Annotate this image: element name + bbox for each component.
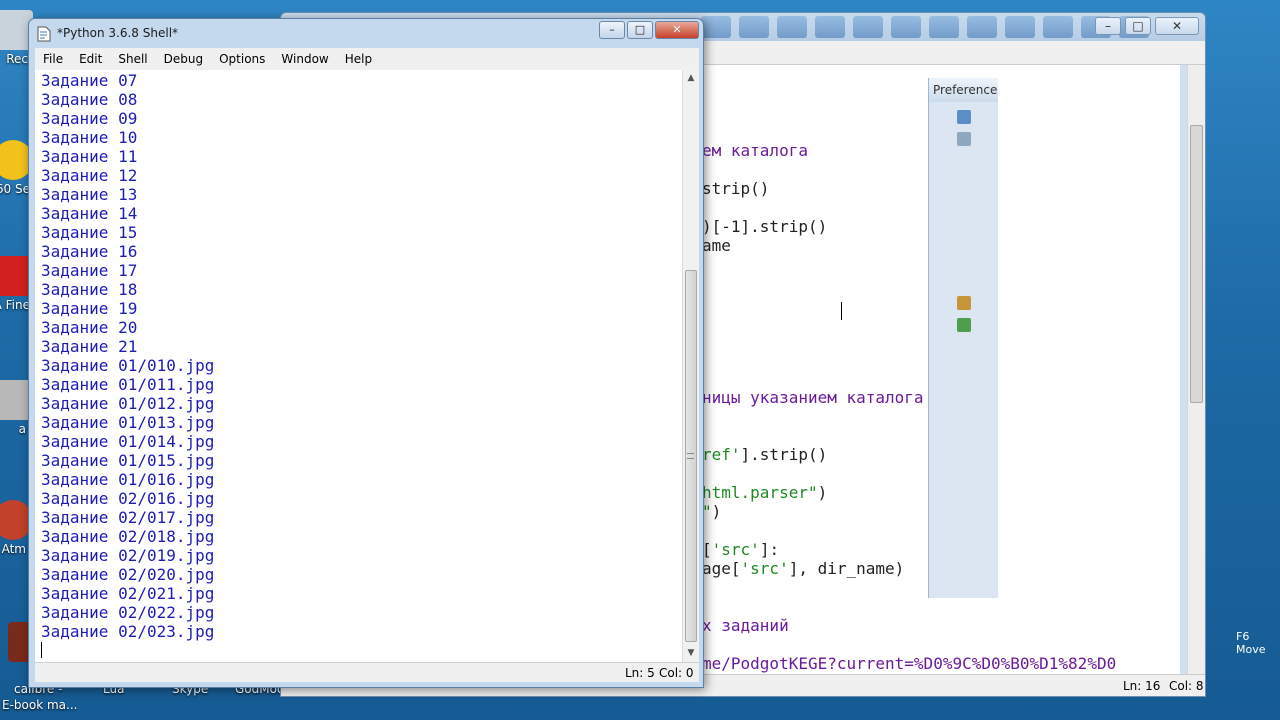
shell-output-line: Задание 11	[41, 147, 138, 166]
shell-output-line: Задание 02/022.jpg	[41, 603, 215, 622]
shell-output-area[interactable]: Задание 07 Задание 08 Задание 09 Задание 10…	[35, 70, 699, 662]
shell-output-line: Задание 02/017.jpg	[41, 508, 215, 527]
editor-line: )[-1].strip()	[702, 217, 828, 236]
text-caret	[41, 642, 42, 658]
menubar: File Edit Shell Debug Options Window Hel…	[35, 48, 699, 70]
shell-output-line: Задание 07	[41, 71, 138, 90]
shell-col-number: Col: 0	[659, 666, 694, 680]
editor-scroll-thumb[interactable]	[1190, 125, 1203, 403]
calibre-sub-label[interactable]: E-book ma...	[2, 698, 77, 712]
ibeam-cursor-icon	[839, 302, 845, 320]
shell-output-line: Задание 01/014.jpg	[41, 432, 215, 451]
editor-line: me/PodgotKEGE?current=%D0%9C%D0%B0%D1%82…	[702, 654, 1117, 673]
scroll-grip-icon	[687, 453, 694, 459]
tool-icon[interactable]	[956, 318, 971, 332]
side-panel[interactable]: Preferences	[928, 78, 998, 598]
menu-debug[interactable]: Debug	[156, 52, 211, 66]
maximize-button[interactable]: □	[1125, 17, 1151, 35]
shell-output-line: Задание 01/012.jpg	[41, 394, 215, 413]
shell-output-line: Задание 02/019.jpg	[41, 546, 215, 565]
editor-line: ем каталога	[702, 141, 808, 160]
shell-output-line: Задание 02/020.jpg	[41, 565, 215, 584]
editor-line: ame	[702, 236, 731, 255]
shell-statusbar: Ln: 5 Col: 0	[35, 662, 699, 682]
menu-shell[interactable]: Shell	[110, 52, 155, 66]
editor-line: ['src']:	[702, 540, 780, 559]
shell-output-line: Задание 02/023.jpg	[41, 622, 215, 641]
editor-line: age['src'], dir_name)	[702, 559, 905, 578]
editor-col-number: Col: 8	[1169, 679, 1204, 693]
shell-output-line: Задание 18	[41, 280, 138, 299]
menu-help[interactable]: Help	[337, 52, 380, 66]
editor-line: html.parser")	[702, 483, 828, 502]
document-icon	[37, 26, 51, 42]
shell-line-number: Ln: 5	[625, 666, 655, 680]
shell-output-line: Задание 02/016.jpg	[41, 489, 215, 508]
scroll-up-icon[interactable]: ▲	[683, 70, 699, 87]
python-shell-window[interactable]: *Python 3.6.8 Shell* – □ ✕ File Edit She…	[28, 18, 704, 688]
tool-icon[interactable]	[956, 110, 971, 124]
shell-output-line: Задание 16	[41, 242, 138, 261]
scroll-down-icon[interactable]: ▼	[683, 645, 699, 662]
menu-window[interactable]: Window	[273, 52, 336, 66]
shell-output-line: Задание 21	[41, 337, 138, 356]
shell-output-line: Задание 02/018.jpg	[41, 527, 215, 546]
window-controls: – □ ✕	[599, 21, 699, 39]
shell-output-line: Задание 01/016.jpg	[41, 470, 215, 489]
minimize-button[interactable]: –	[1095, 17, 1121, 35]
shell-output-line: Задание 02/021.jpg	[41, 584, 215, 603]
menu-edit[interactable]: Edit	[71, 52, 110, 66]
shell-output-line: Задание 09	[41, 109, 138, 128]
close-button[interactable]: ✕	[1155, 17, 1199, 35]
maximize-button[interactable]: □	[627, 21, 653, 39]
shell-output-line: Задание 14	[41, 204, 138, 223]
editor-line: ref'].strip()	[702, 445, 828, 464]
f6-move-label: F6 Move	[1236, 630, 1266, 656]
shell-output-line: Задание 15	[41, 223, 138, 242]
minimize-button[interactable]: –	[599, 21, 625, 39]
shell-output-line: Задание 01/015.jpg	[41, 451, 215, 470]
shell-output-line: Задание 20	[41, 318, 138, 337]
shell-output-line: Задание 17	[41, 261, 138, 280]
shell-output-line: Задание 13	[41, 185, 138, 204]
shell-scrollbar[interactable]: ▲ ▼	[682, 70, 699, 662]
editor-line-number: Ln: 16	[1123, 679, 1161, 693]
shell-output-line: Задание 10	[41, 128, 138, 147]
shell-titlebar[interactable]: *Python 3.6.8 Shell* – □ ✕	[29, 19, 703, 49]
shell-output-line: Задание 01/013.jpg	[41, 413, 215, 432]
shell-output-line: Задание 01/010.jpg	[41, 356, 215, 375]
shell-output-line: Задание 01/011.jpg	[41, 375, 215, 394]
editor-line: strip()	[702, 179, 770, 198]
shell-output-line: Задание 12	[41, 166, 138, 185]
editor-scrollbar[interactable]	[1187, 65, 1205, 685]
menu-file[interactable]: File	[35, 52, 71, 66]
menu-options[interactable]: Options	[211, 52, 273, 66]
editor-line: ницы указанием каталога	[702, 388, 924, 407]
tool-icon[interactable]	[956, 296, 971, 310]
shell-output-line: Задание 19	[41, 299, 138, 318]
editor-line: х заданий	[702, 616, 789, 635]
editor-line: ")	[702, 502, 722, 521]
window-title: *Python 3.6.8 Shell*	[57, 26, 179, 40]
shell-output-line: Задание 08	[41, 90, 138, 109]
preferences-tab[interactable]: Preferences	[929, 78, 998, 102]
tool-icon[interactable]	[956, 132, 971, 146]
close-button[interactable]: ✕	[655, 21, 699, 39]
editor-window-controls: – □ ✕	[1095, 17, 1199, 35]
